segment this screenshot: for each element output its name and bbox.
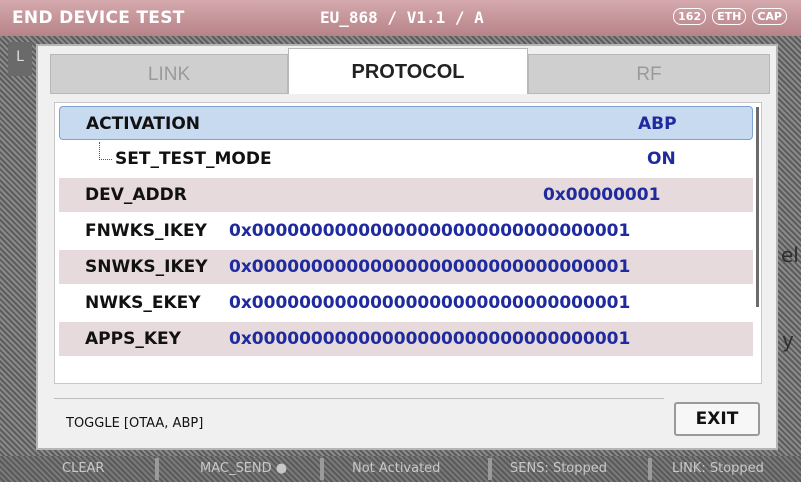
row-snwks-ikey[interactable]: SNWKS_IKEY 0x000000000000000000000000000… (59, 250, 753, 284)
row-activation[interactable]: ACTIVATION ABP (59, 106, 753, 140)
row-dev-addr[interactable]: DEV_ADDR 0x00000001 (59, 178, 753, 212)
row-value: 0x00000000000000000000000000000001 (229, 293, 631, 313)
status-bar: CLEAR MAC_SEND ● Not Activated SENS: Sto… (0, 456, 801, 482)
protocol-dialog: LINK PROTOCOL RF ACTIVATION ABP SET_TEST… (36, 44, 778, 450)
row-fnwks-ikey[interactable]: FNWKS_IKEY 0x000000000000000000000000000… (59, 214, 753, 248)
row-name: FNWKS_IKEY (85, 221, 207, 241)
status-separator (648, 458, 652, 480)
badge-eth: ETH (712, 8, 747, 25)
footer-divider (54, 398, 664, 399)
list-scrollbar[interactable] (756, 107, 759, 307)
exit-button[interactable]: EXIT (674, 402, 760, 436)
background-left-tab: L (8, 42, 32, 76)
row-value: 0x00000001 (543, 185, 661, 205)
tab-rf[interactable]: RF (528, 54, 770, 94)
badge-162: 162 (673, 8, 707, 25)
row-name: DEV_ADDR (85, 185, 187, 205)
row-name: APPS_KEY (85, 329, 181, 349)
link-status: LINK: Stopped (672, 461, 764, 476)
tab-strip: LINK PROTOCOL RF (50, 48, 770, 94)
row-value: 0x00000000000000000000000000000001 (229, 257, 631, 277)
help-hint: TOGGLE [OTAA, ABP] (66, 416, 204, 431)
sens-status: SENS: Stopped (510, 461, 608, 476)
row-apps-key[interactable]: APPS_KEY 0x00000000000000000000000000000… (59, 322, 753, 356)
row-name: SNWKS_IKEY (85, 257, 208, 277)
activation-status: Not Activated (352, 461, 441, 476)
clear-softkey[interactable]: CLEAR (62, 461, 104, 476)
status-separator (320, 458, 324, 480)
region-version-label: EU_868 / V1.1 / A (320, 8, 484, 27)
row-value: 0x00000000000000000000000000000001 (229, 329, 631, 349)
row-nwks-ekey[interactable]: NWKS_EKEY 0x0000000000000000000000000000… (59, 286, 753, 320)
row-name: NWKS_EKEY (85, 293, 201, 313)
tab-link[interactable]: LINK (50, 54, 288, 94)
mac-send-softkey[interactable]: MAC_SEND ● (200, 461, 287, 476)
status-badges: 162 ETH CAP (673, 8, 787, 25)
status-separator (488, 458, 492, 480)
badge-cap: CAP (752, 8, 787, 25)
tree-connector-icon (99, 142, 112, 160)
status-separator (155, 458, 159, 480)
row-name: SET_TEST_MODE (115, 149, 272, 169)
app-title: END DEVICE TEST (12, 8, 185, 28)
tab-protocol[interactable]: PROTOCOL (288, 48, 528, 94)
background-ghost-text-2: y (782, 328, 794, 352)
row-set-test-mode[interactable]: SET_TEST_MODE ON (59, 142, 753, 176)
row-value: 0x00000000000000000000000000000001 (229, 221, 631, 241)
title-bar: END DEVICE TEST EU_868 / V1.1 / A 162 ET… (0, 0, 801, 36)
background-ghost-text-1: el (781, 243, 799, 267)
row-value: ON (647, 149, 676, 169)
row-name: ACTIVATION (86, 114, 200, 134)
parameter-list: ACTIVATION ABP SET_TEST_MODE ON DEV_ADDR… (54, 102, 762, 384)
row-value: ABP (638, 114, 677, 134)
